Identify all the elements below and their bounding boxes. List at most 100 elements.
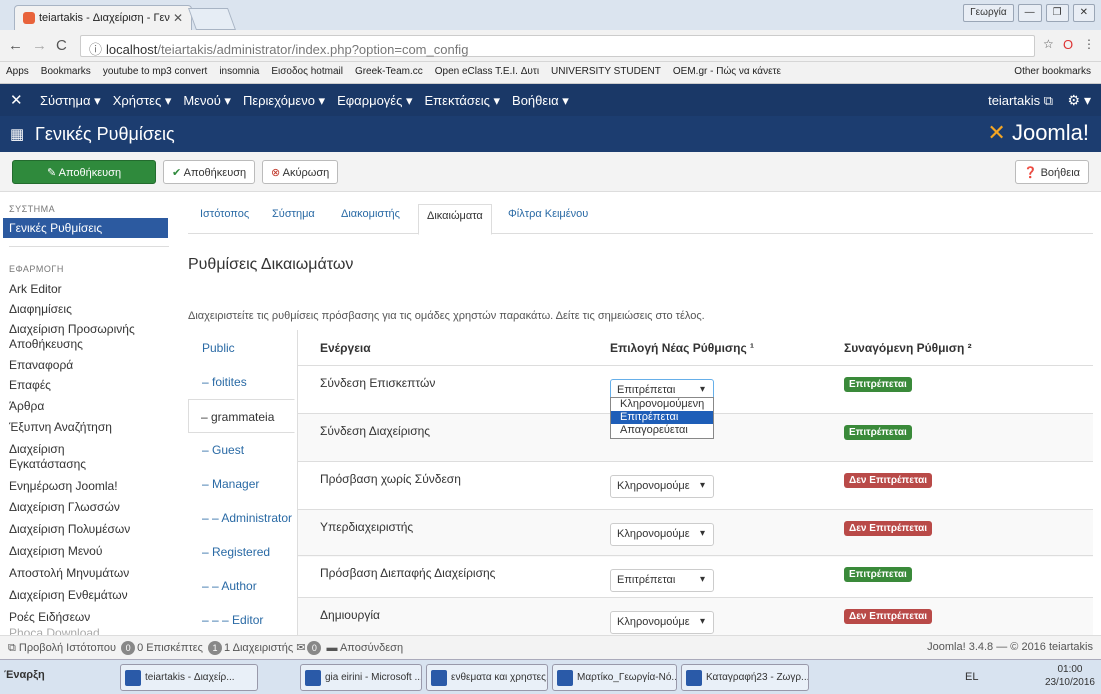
tab-system[interactable]: Σύστημα — [272, 208, 315, 220]
menu-system[interactable]: Σύστημα ▾ — [40, 93, 101, 109]
bookmark-item[interactable]: youtube to mp3 convert — [97, 62, 214, 77]
help-button[interactable]: ❓ Βοήθεια — [1014, 160, 1089, 184]
sidebar-item[interactable]: Αποθήκευσης — [9, 337, 83, 351]
taskbar-item[interactable]: teiartakis - Διαχείρ... — [120, 664, 258, 691]
dropdown-option[interactable]: Κληρονομούμενη — [611, 398, 713, 411]
tab-text-filters[interactable]: Φίλτρα Κειμένου — [508, 208, 588, 220]
url-input[interactable]: ⓘ localhost/teiartakis/administrator/inde… — [80, 35, 1035, 57]
close-window-icon[interactable]: ✕ — [1072, 4, 1095, 22]
menu-components[interactable]: Εφαρμογές ▾ — [337, 93, 412, 109]
setting-select[interactable]: Κληρονομούμε — [610, 475, 714, 498]
save-and-close-label: Αποθήκευση — [58, 167, 122, 179]
group-tab[interactable]: – foitites — [190, 365, 297, 399]
group-tab[interactable]: – – Administrator — [190, 501, 297, 535]
sidebar-item[interactable]: Διαχείριση — [9, 442, 65, 456]
new-tab-button[interactable] — [187, 8, 237, 30]
joomla-brand-text: Joomla! — [1011, 120, 1089, 145]
group-tab[interactable]: – Manager — [190, 467, 297, 501]
clock[interactable]: 01:00 23/10/2016 — [1045, 663, 1095, 689]
group-tab[interactable]: Public — [190, 331, 297, 365]
menu-help[interactable]: Βοήθεια ▾ — [512, 93, 569, 109]
bookmark-item[interactable]: insomnia — [213, 62, 265, 77]
sidebar-item[interactable]: Επαναφορά — [9, 358, 73, 372]
group-tab[interactable]: – Registered — [190, 535, 297, 569]
cancel-button[interactable]: ⊗ Ακύρωση — [262, 160, 339, 184]
sidebar-item[interactable]: Διαχείριση Πολυμέσων — [9, 522, 130, 536]
setting-select[interactable]: Κληρονομούμε — [610, 523, 714, 546]
sidebar-divider — [9, 246, 169, 247]
sidebar-item[interactable]: Ενημέρωση Joomla! — [9, 479, 118, 493]
menu-users[interactable]: Χρήστες ▾ — [113, 93, 172, 109]
gear-icon[interactable]: ⚙ ▾ — [1068, 92, 1091, 109]
dropdown-option-selected[interactable]: Επιτρέπεται — [611, 411, 713, 424]
sidebar-item[interactable]: Διαχείριση Γλωσσών — [9, 500, 120, 514]
dropdown-option[interactable]: Απαγορεύεται — [611, 424, 713, 437]
sidebar-item[interactable]: Διαχείριση Προσωρινής — [9, 322, 135, 336]
sidebar-item[interactable]: Phoca Download — [9, 626, 100, 635]
maximize-icon[interactable]: ❐ — [1045, 4, 1069, 22]
group-tab[interactable]: – Guest — [190, 433, 297, 467]
setting-select[interactable]: Κληρονομούμε — [610, 611, 714, 634]
star-icon[interactable]: ☆ — [1043, 37, 1054, 51]
taskbar-item[interactable]: Μαρτίκο_Γεωργία-Νό... — [552, 664, 677, 691]
opera-icon[interactable]: O — [1063, 37, 1073, 52]
bookmark-item[interactable]: Bookmarks — [35, 62, 97, 77]
browser-tab[interactable]: teiartakis - Διαχείριση - Γεν ✕ — [14, 5, 192, 30]
tab-server[interactable]: Διακομιστής — [341, 208, 400, 220]
sidebar-item[interactable]: Εγκατάστασης — [9, 457, 86, 471]
view-site-link[interactable]: Προβολή Ιστότοπου — [19, 642, 116, 654]
messages-count[interactable]: 0 — [307, 641, 322, 655]
logout-link[interactable]: Αποσύνδεση — [340, 642, 403, 654]
menu-extensions[interactable]: Επεκτάσεις ▾ — [425, 93, 501, 109]
joomla-logo-icon[interactable]: ✕ — [10, 91, 23, 109]
menu-menus[interactable]: Μενού ▾ — [183, 93, 231, 109]
group-tab-active[interactable]: – grammateia — [188, 399, 295, 433]
permission-row: Πρόσβαση Διεπαφής Διαχείρισης Επιτρέπετα… — [298, 555, 1093, 603]
permission-row: Υπερδιαχειριστής Κληρονομούμε Δεν Επιτρέ… — [298, 509, 1093, 557]
taskbar-item[interactable]: gia eirini - Microsoft ... — [300, 664, 422, 691]
sidebar-item[interactable]: Διαφημίσεις — [9, 302, 72, 316]
sidebar-item[interactable]: Έξυπνη Αναζήτηση — [9, 420, 112, 434]
menu-icon[interactable]: ⋮ — [1083, 37, 1095, 51]
other-bookmarks[interactable]: Other bookmarks — [1008, 62, 1097, 77]
taskbar-item[interactable]: Καταγραφή23 - Ζωγρ... — [681, 664, 809, 691]
save-button[interactable]: ✔ Αποθήκευση — [163, 160, 256, 184]
status-left: ⧉ Προβολή Ιστότοπου 00 Επισκέπτες 11 Δια… — [8, 641, 403, 655]
reload-icon[interactable]: C — [56, 37, 67, 54]
user-menu[interactable]: teiartakis ⧉ — [988, 93, 1053, 109]
menu-content[interactable]: Περιεχόμενο ▾ — [243, 93, 325, 109]
tab-site[interactable]: Ιστότοπος — [200, 208, 249, 220]
sidebar-item[interactable]: Αποστολή Μηνυμάτων — [9, 566, 129, 580]
group-tab[interactable]: – – Author — [190, 569, 297, 603]
user-profile-chip[interactable]: Γεωργία — [963, 4, 1014, 22]
save-and-close-button[interactable]: ✎ Αποθήκευση — [12, 160, 156, 184]
bookmark-item[interactable]: Greek-Team.cc — [349, 62, 429, 77]
info-icon[interactable]: ⓘ — [89, 42, 102, 57]
language-indicator[interactable]: EL — [965, 671, 978, 683]
sidebar-item[interactable]: Διαχείριση Ενθεμάτων — [9, 588, 128, 602]
tab-permissions[interactable]: Δικαιώματα — [418, 204, 492, 235]
bookmark-item[interactable]: OEM.gr - Πώς να κάνετε — [667, 62, 787, 77]
sidebar-item[interactable]: Διαχείριση Μενού — [9, 544, 102, 558]
action-label: Πρόσβαση χωρίς Σύνδεση — [320, 472, 461, 486]
paint-icon — [686, 670, 702, 686]
bookmark-item[interactable]: Open eClass T.E.I. Δυτι — [429, 62, 545, 77]
bookmark-item[interactable]: UNIVERSITY STUDENT — [545, 62, 667, 77]
forward-icon[interactable]: → — [32, 37, 47, 54]
minimize-icon[interactable]: — — [1017, 4, 1042, 22]
sidebar-item[interactable]: Ark Editor — [9, 282, 62, 296]
bookmark-item[interactable]: Apps — [0, 62, 35, 77]
sidebar-item[interactable]: Ροές Ειδήσεων — [9, 610, 90, 624]
bookmark-item[interactable]: Εισοδος hotmail — [265, 62, 349, 77]
start-button[interactable]: Έναρξη — [4, 669, 45, 681]
group-tab[interactable]: – – – Editor — [190, 603, 297, 637]
admins-label[interactable]: 1 Διαχειριστής — [224, 642, 293, 654]
sidebar-item-global-config[interactable]: Γενικές Ρυθμίσεις — [3, 218, 168, 238]
sidebar-item[interactable]: Άρθρα — [9, 399, 44, 413]
sidebar-item[interactable]: Επαφές — [9, 378, 51, 392]
taskbar-item[interactable]: ενθεματα και χρηστες... — [426, 664, 548, 691]
back-icon[interactable]: ← — [8, 37, 23, 54]
setting-select[interactable]: Επιτρέπεται — [610, 569, 714, 592]
visitors-label[interactable]: 0 Επισκέπτες — [137, 642, 203, 654]
close-tab-icon[interactable]: ✕ — [173, 11, 183, 25]
